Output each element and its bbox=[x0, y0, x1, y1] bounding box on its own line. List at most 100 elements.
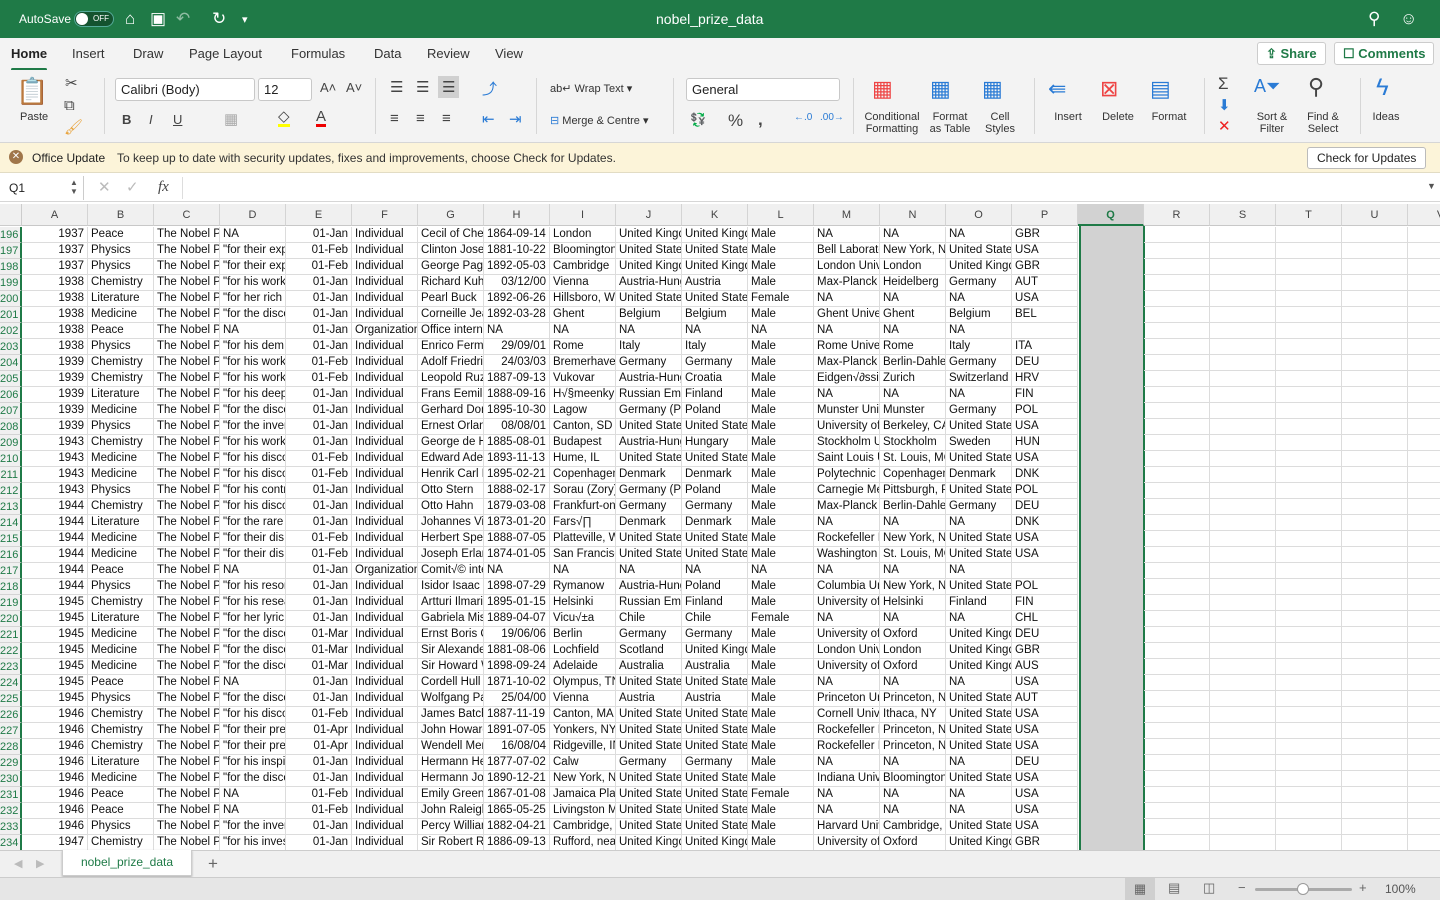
cell-p205[interactable]: HRV bbox=[1012, 371, 1078, 387]
cell-f205[interactable]: Individual bbox=[352, 371, 418, 387]
cell-l198[interactable]: Male bbox=[748, 259, 814, 275]
cell-i234[interactable]: Rufford, near bbox=[550, 835, 616, 850]
cell-b230[interactable]: Medicine bbox=[88, 771, 154, 787]
cell-a211[interactable]: 1943 bbox=[22, 467, 88, 483]
cell-p211[interactable]: DNK bbox=[1012, 467, 1078, 483]
cell-r219[interactable] bbox=[1144, 595, 1210, 611]
cell-f229[interactable]: Individual bbox=[352, 755, 418, 771]
cell-n215[interactable]: New York, N' bbox=[880, 531, 946, 547]
cell-c225[interactable]: The Nobel Pr bbox=[154, 691, 220, 707]
cell-h230[interactable]: 1890-12-21 bbox=[484, 771, 550, 787]
cell-d234[interactable]: "for his inves bbox=[220, 835, 286, 850]
cell-a221[interactable]: 1945 bbox=[22, 627, 88, 643]
cell-o211[interactable]: Denmark bbox=[946, 467, 1012, 483]
cell-e205[interactable]: 01-Feb bbox=[286, 371, 352, 387]
cell-l205[interactable]: Male bbox=[748, 371, 814, 387]
cell-n205[interactable]: Zurich bbox=[880, 371, 946, 387]
cell-b220[interactable]: Literature bbox=[88, 611, 154, 627]
cell-i208[interactable]: Canton, SD bbox=[550, 419, 616, 435]
cell-n222[interactable]: London bbox=[880, 643, 946, 659]
cell-k232[interactable]: United State bbox=[682, 803, 748, 819]
cell-u218[interactable] bbox=[1342, 579, 1408, 595]
cell-r232[interactable] bbox=[1144, 803, 1210, 819]
paste-icon[interactable]: 📋 bbox=[16, 76, 48, 107]
cell-f209[interactable]: Individual bbox=[352, 435, 418, 451]
tab-data[interactable]: Data bbox=[374, 46, 401, 61]
cell-i222[interactable]: Lochfield bbox=[550, 643, 616, 659]
cell-n219[interactable]: Helsinki bbox=[880, 595, 946, 611]
cell-r211[interactable] bbox=[1144, 467, 1210, 483]
cell-e230[interactable]: 01-Jan bbox=[286, 771, 352, 787]
cell-a226[interactable]: 1946 bbox=[22, 707, 88, 723]
cell-c197[interactable]: The Nobel Pr bbox=[154, 243, 220, 259]
cell-v225[interactable] bbox=[1408, 691, 1440, 707]
cell-c232[interactable]: The Nobel Pe bbox=[154, 803, 220, 819]
cell-j220[interactable]: Chile bbox=[616, 611, 682, 627]
cell-b208[interactable]: Physics bbox=[88, 419, 154, 435]
cell-r224[interactable] bbox=[1144, 675, 1210, 691]
cell-e231[interactable]: 01-Feb bbox=[286, 787, 352, 803]
cell-e204[interactable]: 01-Feb bbox=[286, 355, 352, 371]
cell-p214[interactable]: DNK bbox=[1012, 515, 1078, 531]
cell-p227[interactable]: USA bbox=[1012, 723, 1078, 739]
cell-m217[interactable]: NA bbox=[814, 563, 880, 579]
cell-f218[interactable]: Individual bbox=[352, 579, 418, 595]
cell-j209[interactable]: Austria-Hung bbox=[616, 435, 682, 451]
cell-r220[interactable] bbox=[1144, 611, 1210, 627]
cell-j207[interactable]: Germany (Po bbox=[616, 403, 682, 419]
cell-u209[interactable] bbox=[1342, 435, 1408, 451]
fill-icon[interactable]: ⬇ bbox=[1218, 96, 1231, 114]
cell-i231[interactable]: Jamaica Plain bbox=[550, 787, 616, 803]
cell-k218[interactable]: Poland bbox=[682, 579, 748, 595]
cell-p220[interactable]: CHL bbox=[1012, 611, 1078, 627]
cell-g209[interactable]: George de He bbox=[418, 435, 484, 451]
align-center-icon[interactable]: ≡ bbox=[416, 110, 425, 127]
cell-f210[interactable]: Individual bbox=[352, 451, 418, 467]
cell-o213[interactable]: Germany bbox=[946, 499, 1012, 515]
cell-h224[interactable]: 1871-10-02 bbox=[484, 675, 550, 691]
cell-n210[interactable]: St. Louis, MO bbox=[880, 451, 946, 467]
cell-f202[interactable]: Organization bbox=[352, 323, 418, 339]
cell-p228[interactable]: USA bbox=[1012, 739, 1078, 755]
cell-n217[interactable]: NA bbox=[880, 563, 946, 579]
cell-a215[interactable]: 1944 bbox=[22, 531, 88, 547]
cell-s201[interactable] bbox=[1210, 307, 1276, 323]
cell-l210[interactable]: Male bbox=[748, 451, 814, 467]
cell-e227[interactable]: 01-Apr bbox=[286, 723, 352, 739]
cell-e218[interactable]: 01-Jan bbox=[286, 579, 352, 595]
cell-h204[interactable]: 24/03/03 bbox=[484, 355, 550, 371]
cell-s198[interactable] bbox=[1210, 259, 1276, 275]
cell-e212[interactable]: 01-Jan bbox=[286, 483, 352, 499]
cell-k225[interactable]: Austria bbox=[682, 691, 748, 707]
cell-i229[interactable]: Calw bbox=[550, 755, 616, 771]
cell-g200[interactable]: Pearl Buck bbox=[418, 291, 484, 307]
clear-icon[interactable]: ✕ bbox=[1218, 117, 1231, 135]
borders-icon[interactable]: ▦ bbox=[224, 110, 238, 128]
cell-p202[interactable] bbox=[1012, 323, 1078, 339]
tab-home[interactable]: Home bbox=[11, 46, 48, 71]
column-header-r[interactable]: R bbox=[1144, 204, 1210, 226]
cell-a225[interactable]: 1945 bbox=[22, 691, 88, 707]
cell-j201[interactable]: Belgium bbox=[616, 307, 682, 323]
cell-v200[interactable] bbox=[1408, 291, 1440, 307]
cell-n229[interactable]: NA bbox=[880, 755, 946, 771]
cell-d230[interactable]: "for the disco bbox=[220, 771, 286, 787]
row-header[interactable]: 214 bbox=[0, 515, 22, 531]
comma-style-icon[interactable]: , bbox=[758, 110, 763, 130]
cancel-icon[interactable]: ✕ bbox=[98, 178, 111, 196]
row-header[interactable]: 200 bbox=[0, 291, 22, 307]
cell-e202[interactable]: 01-Jan bbox=[286, 323, 352, 339]
cell-m210[interactable]: Saint Louis U bbox=[814, 451, 880, 467]
cell-j206[interactable]: Russian Emp bbox=[616, 387, 682, 403]
cell-o227[interactable]: United State bbox=[946, 723, 1012, 739]
cell-l207[interactable]: Male bbox=[748, 403, 814, 419]
cell-c222[interactable]: The Nobel Pr bbox=[154, 643, 220, 659]
cell-a203[interactable]: 1938 bbox=[22, 339, 88, 355]
cell-b224[interactable]: Peace bbox=[88, 675, 154, 691]
cell-d217[interactable]: NA bbox=[220, 563, 286, 579]
cell-h227[interactable]: 1891-07-05 bbox=[484, 723, 550, 739]
cell-i196[interactable]: London bbox=[550, 227, 616, 243]
cell-v230[interactable] bbox=[1408, 771, 1440, 787]
cell-e196[interactable]: 01-Jan bbox=[286, 227, 352, 243]
sort-filter-button[interactable]: Sort & Filter bbox=[1252, 111, 1292, 135]
